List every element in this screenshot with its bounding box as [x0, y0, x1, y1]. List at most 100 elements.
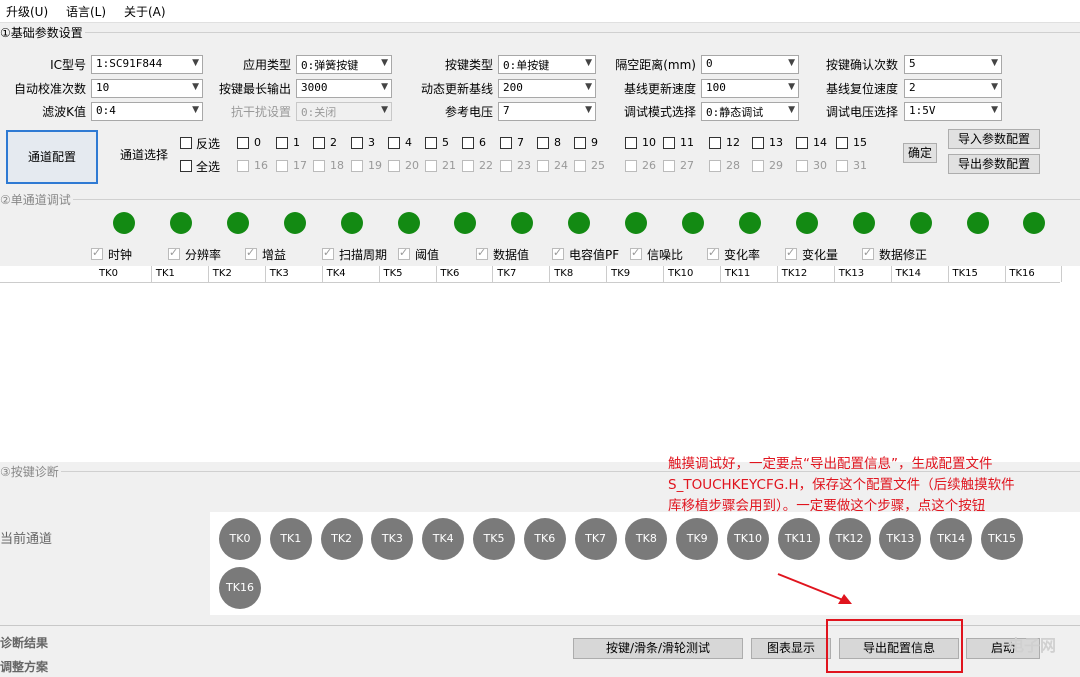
table-column-header[interactable]: TK10 — [664, 266, 721, 282]
table-column-header[interactable]: TK13 — [835, 266, 892, 282]
option-checkbox[interactable] — [91, 246, 103, 260]
param-combo[interactable]: 5 ▼ — [904, 55, 1002, 74]
param-combo[interactable]: 100 ▼ — [701, 79, 799, 98]
diag-key[interactable]: TK14 — [930, 518, 973, 560]
param-combo[interactable]: 3000 ▼ — [296, 79, 392, 98]
table-column-header[interactable]: TK11 — [721, 266, 778, 282]
menu-upgrade[interactable]: 升级(U) — [6, 3, 48, 20]
table-column-header[interactable]: TK0 — [95, 266, 152, 282]
table-column-header[interactable]: TK9 — [607, 266, 665, 282]
option-checkbox[interactable] — [552, 246, 564, 260]
option-checkbox[interactable] — [398, 246, 410, 260]
table-column-header[interactable]: TK14 — [892, 266, 949, 282]
channel-checkbox[interactable] — [388, 137, 400, 149]
channel-checkbox[interactable] — [276, 137, 288, 149]
option-checkbox[interactable] — [707, 246, 719, 260]
invert-checkbox[interactable] — [180, 137, 192, 149]
channel-checkbox[interactable] — [574, 137, 586, 149]
export-params-button[interactable]: 导出参数配置 — [948, 154, 1040, 174]
param-combo[interactable]: 2 ▼ — [904, 79, 1002, 98]
diag-key[interactable]: TK7 — [574, 518, 617, 560]
channel-checkbox[interactable] — [836, 137, 848, 149]
param-combo[interactable]: 1:5V ▼ — [904, 102, 1002, 121]
diag-key[interactable]: TK9 — [676, 518, 719, 560]
table-column-header[interactable]: TK5 — [380, 266, 437, 282]
channel-checkbox[interactable] — [752, 137, 764, 149]
diag-key[interactable]: TK5 — [473, 518, 515, 560]
diag-key[interactable]: TK12 — [828, 518, 871, 560]
channel-config-button[interactable]: 通道配置 — [6, 130, 98, 184]
channel-checkbox-disabled — [537, 160, 549, 172]
table-column-header[interactable]: TK3 — [266, 266, 323, 282]
option-label: 分辨率 — [185, 248, 222, 262]
table-column-header[interactable]: TK7 — [493, 266, 551, 282]
import-params-button[interactable]: 导入参数配置 — [948, 129, 1040, 149]
param-combo[interactable]: 7 ▼ — [498, 102, 596, 121]
menu-about[interactable]: 关于(A) — [124, 3, 166, 20]
confirm-button[interactable]: 确定 — [903, 143, 937, 163]
channel-checkbox[interactable] — [351, 137, 363, 149]
diag-key[interactable]: TK0 — [219, 518, 261, 560]
param-combo[interactable]: 0:4 ▼ — [91, 102, 203, 121]
param-combo[interactable]: 0 ▼ — [701, 55, 799, 74]
channel-checkbox[interactable] — [796, 137, 808, 149]
channel-status-dot — [511, 212, 534, 234]
diag-key[interactable]: TK2 — [320, 518, 363, 560]
option-checkbox[interactable] — [245, 246, 257, 260]
option-checkbox[interactable] — [862, 246, 874, 260]
diag-key[interactable]: TK15 — [981, 518, 1023, 560]
diag-key[interactable]: TK4 — [422, 518, 465, 560]
diag-key[interactable]: TK6 — [523, 518, 566, 560]
chevron-down-icon: ▼ — [991, 82, 998, 92]
chart-display-button[interactable]: 图表显示 — [751, 638, 831, 659]
section1-title: ①基础参数设置 — [0, 24, 85, 41]
channel-label: 15 — [853, 136, 867, 149]
channel-checkbox-disabled — [351, 160, 363, 172]
chevron-down-icon: ▼ — [192, 82, 199, 92]
option-checkbox[interactable] — [630, 246, 642, 260]
channel-checkbox[interactable] — [663, 137, 675, 149]
option-label: 增益 — [262, 248, 287, 262]
table-column-header[interactable]: TK16 — [1005, 266, 1063, 282]
diag-key[interactable]: TK11 — [777, 518, 820, 560]
param-combo[interactable]: 200 ▼ — [498, 79, 596, 98]
option-checkbox[interactable] — [168, 246, 180, 260]
channel-checkbox[interactable] — [313, 137, 325, 149]
table-column-header[interactable]: TK1 — [152, 266, 209, 282]
channel-label: 8 — [554, 136, 561, 149]
table-column-header[interactable]: TK12 — [778, 266, 835, 282]
channel-checkbox[interactable] — [709, 137, 721, 149]
diag-key[interactable]: TK10 — [727, 518, 769, 560]
key-slider-wheel-test-button[interactable]: 按键/滑条/滑轮测试 — [573, 638, 743, 659]
chevron-down-icon: ▼ — [585, 58, 592, 68]
channel-label: 28 — [726, 159, 740, 172]
table-column-header[interactable]: TK8 — [550, 266, 608, 282]
channel-checkbox[interactable] — [425, 137, 437, 149]
option-checkbox[interactable] — [785, 246, 797, 260]
menu-language[interactable]: 语言(L) — [66, 3, 106, 20]
param-combo[interactable]: 0:单按键 ▼ — [498, 55, 596, 74]
param-value: 5 — [909, 57, 916, 70]
table-column-header[interactable]: TK6 — [436, 266, 494, 282]
param-combo[interactable]: 0:静态调试 ▼ — [701, 102, 799, 121]
channel-label: 25 — [591, 159, 605, 172]
channel-checkbox[interactable] — [537, 137, 549, 149]
option-checkbox[interactable] — [476, 246, 488, 260]
param-combo[interactable]: 0:弹簧按键 ▼ — [296, 55, 392, 74]
channel-checkbox[interactable] — [625, 137, 637, 149]
table-column-header[interactable]: TK15 — [949, 266, 1006, 282]
channel-checkbox-disabled — [462, 160, 474, 172]
param-combo[interactable]: 10 ▼ — [91, 79, 203, 98]
channel-label: 2 — [330, 136, 337, 149]
select-all-checkbox[interactable] — [180, 160, 192, 172]
option-checkbox[interactable] — [322, 246, 334, 260]
channel-checkbox[interactable] — [500, 137, 512, 149]
diag-key[interactable]: TK1 — [269, 518, 312, 560]
table-column-header[interactable]: TK2 — [209, 266, 266, 282]
channel-checkbox[interactable] — [237, 137, 249, 149]
param-combo[interactable]: 1:SC91F844 ▼ — [91, 55, 203, 74]
diag-key[interactable]: TK16 — [219, 567, 261, 609]
channel-checkbox[interactable] — [462, 137, 474, 149]
table-column-header[interactable]: TK4 — [323, 266, 380, 282]
option-label: 扫描周期 — [339, 248, 388, 262]
